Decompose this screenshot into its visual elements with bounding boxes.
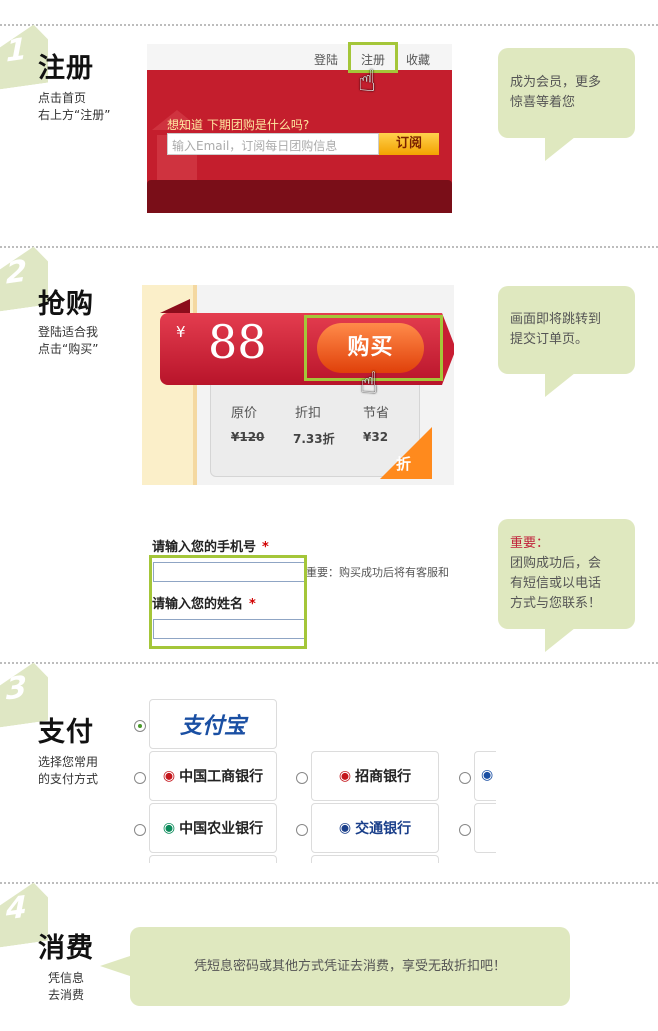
bank-radio[interactable]	[459, 772, 471, 784]
hand-cursor-icon: ☝	[358, 64, 377, 99]
divider	[0, 246, 658, 248]
col-label: 节省	[363, 406, 390, 421]
price-value: 88	[208, 315, 267, 369]
icbc-radio[interactable]	[134, 772, 146, 784]
bocom-logo[interactable]: ◉ 交通银行	[311, 803, 439, 853]
original-price: ¥120	[231, 430, 265, 444]
step-title: 注册	[38, 53, 94, 84]
top-nav-bar: 登陆 注册 收藏	[147, 44, 452, 70]
alipay-logo[interactable]: 支付宝	[149, 699, 277, 749]
banner-bottom	[147, 180, 452, 213]
bubble-tail	[545, 628, 575, 652]
discount-badge: 折	[396, 455, 412, 473]
cmb-logo[interactable]: ◉ 招商银行	[311, 751, 439, 801]
subscribe-button[interactable]: 订阅	[379, 133, 439, 155]
highlight-box	[149, 555, 307, 649]
alipay-radio[interactable]	[134, 720, 146, 732]
bank-logo-partial[interactable]	[311, 855, 439, 863]
subscribe-prompt: 想知道 下期团购是什么吗?	[167, 118, 310, 132]
tip-bubble: 画面即将跳转到 提交订单页。	[498, 286, 635, 374]
bocom-icon: ◉	[338, 820, 352, 836]
step-description: 登陆适合我 点击“购买”	[38, 325, 99, 356]
login-link[interactable]: 登陆	[314, 51, 338, 68]
email-input[interactable]: 输入Email，订阅每日团购信息	[167, 133, 379, 155]
bubble-tail	[545, 373, 575, 397]
currency-symbol: ¥	[176, 323, 186, 341]
step-description: 点击首页 右上方“注册”	[38, 91, 111, 122]
register-screenshot: 登陆 注册 收藏 想知道 下期团购是什么吗? 输入Email，订阅每日团购信息 …	[147, 44, 452, 213]
tip-bubble: 重要： 团购成功后，会 有短信或以电话 方式与您联系！	[498, 519, 635, 629]
bank-icon: ◉	[481, 767, 494, 783]
order-note: 重要：购买成功后将有客服和	[306, 566, 449, 579]
cmb-radio[interactable]	[296, 772, 308, 784]
step-description: 选择您常用 的支付方式	[38, 755, 99, 786]
phone-label: 请输入您的手机号 *	[152, 540, 269, 555]
abc-icon: ◉	[162, 820, 176, 836]
bubble-tail	[545, 137, 575, 161]
ribbon-arrow	[442, 313, 454, 385]
abc-logo[interactable]: ◉ 中国农业银行	[149, 803, 277, 853]
step-title: 消费	[38, 933, 94, 964]
favorite-link[interactable]: 收藏	[406, 51, 430, 68]
bocom-radio[interactable]	[296, 824, 308, 836]
col-label: 折扣	[295, 406, 322, 421]
divider	[0, 24, 658, 26]
step-description: 凭信息 去消费	[48, 971, 85, 1002]
bubble-tail	[100, 956, 130, 976]
tip-bubble: 凭短息密码或其他方式凭证去消费，享受无敌折扣吧！	[130, 927, 570, 1006]
bank-logo-partial[interactable]	[149, 855, 277, 863]
divider	[0, 662, 658, 664]
icbc-logo[interactable]: ◉ 中国工商银行	[149, 751, 277, 801]
ribbon-fold	[160, 299, 190, 313]
tip-bubble: 成为会员，更多 惊喜等着您	[498, 48, 635, 138]
icbc-icon: ◉	[162, 768, 176, 784]
step-title: 支付	[38, 717, 94, 748]
cmb-icon: ◉	[338, 768, 352, 784]
bank-radio[interactable]	[459, 824, 471, 836]
col-label: 原价	[231, 406, 258, 421]
abc-radio[interactable]	[134, 824, 146, 836]
bank-logo-partial[interactable]	[474, 803, 496, 853]
divider	[0, 882, 658, 884]
hand-cursor-icon: ☝	[360, 366, 379, 401]
bank-logo-partial[interactable]: ◉	[474, 751, 496, 801]
step-title: 抢购	[38, 289, 94, 320]
discount-value: 7.33折	[293, 432, 335, 446]
